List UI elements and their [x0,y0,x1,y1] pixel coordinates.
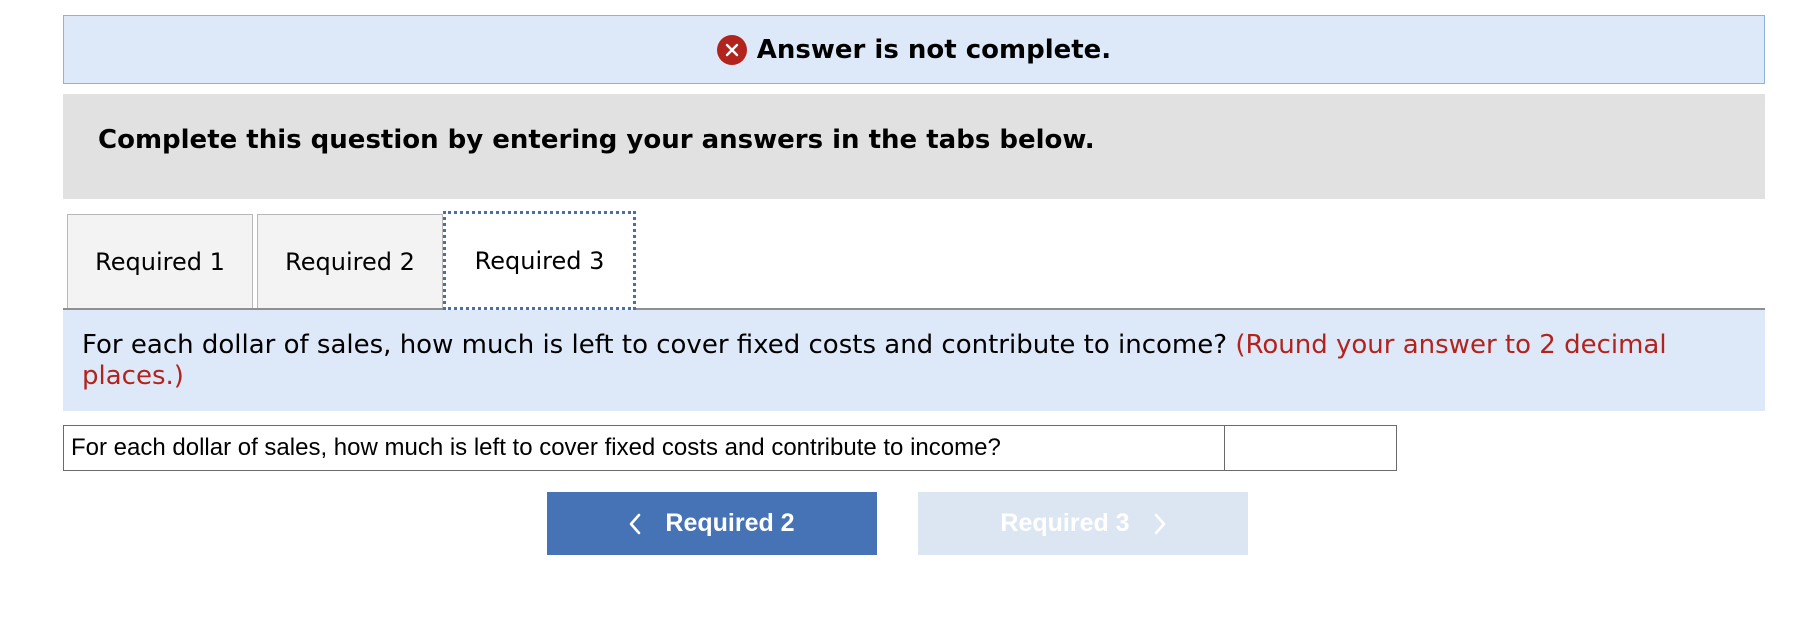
question-panel: For each dollar of sales, how much is le… [63,310,1765,411]
answer-table: For each dollar of sales, how much is le… [63,425,1397,471]
answer-row-label: For each dollar of sales, how much is le… [64,426,1225,470]
chevron-right-icon [1154,513,1166,535]
status-text: Answer is not complete. [756,34,1112,65]
instruction-panel: Complete this question by entering your … [63,94,1765,199]
previous-button-label: Required 2 [665,509,795,537]
next-required-button[interactable]: Required 3 [918,492,1248,555]
status-banner: Answer is not complete. [63,15,1765,84]
next-button-label: Required 3 [1000,509,1130,537]
chevron-left-icon [629,513,641,535]
question-text: For each dollar of sales, how much is le… [82,330,1228,360]
tab-label: Required 1 [95,248,225,276]
error-x-icon [716,34,747,65]
previous-required-button[interactable]: Required 2 [547,492,877,555]
tab-label: Required 3 [474,246,605,275]
tab-label: Required 2 [285,248,415,276]
tab-required-1[interactable]: Required 1 [67,214,253,309]
tab-required-3[interactable]: Required 3 [443,211,636,310]
instruction-text: Complete this question by entering your … [98,124,1095,155]
answer-input[interactable] [1225,426,1396,470]
tab-required-2[interactable]: Required 2 [257,214,443,309]
